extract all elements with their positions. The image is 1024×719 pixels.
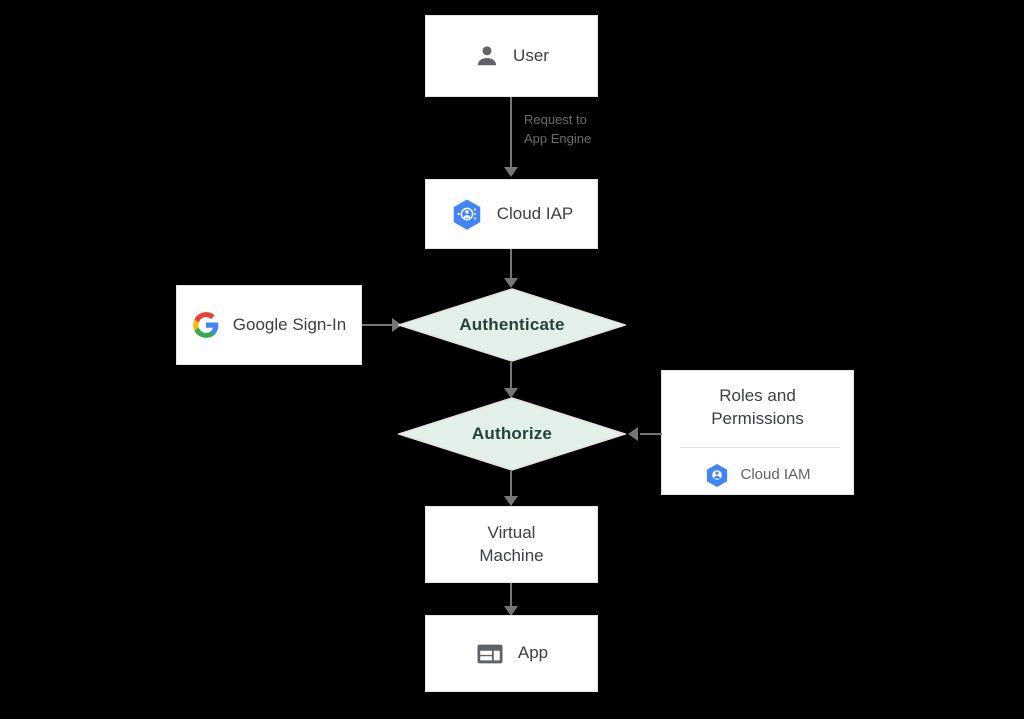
cloud-iap-icon [450,197,484,231]
cloud-iam-icon [704,462,730,488]
node-virtual-machine-label: Virtual Machine [479,523,544,565]
node-app[interactable]: App [425,615,598,692]
edge-user-to-iap-label: Request to App Engine [524,112,592,146]
node-virtual-machine[interactable]: Virtual Machine [425,506,598,583]
node-user[interactable]: User [425,15,598,97]
node-roles-and-permissions[interactable]: Roles and Permissions Cloud IAM [661,370,854,495]
node-roles-sub-label: Cloud IAM [740,466,811,484]
node-cloud-iap-label: Cloud IAP [496,203,574,223]
edge-user-to-iap-line [510,97,512,169]
node-authorize-label: Authorize [471,424,553,443]
web-app-icon [475,639,505,669]
node-google-signin-label: Google Sign-In [232,314,347,334]
node-authorize[interactable]: Authorize [398,397,626,471]
node-roles-title: Roles and Permissions [711,386,804,428]
edge-roles-to-authorize-arrowhead [628,427,638,441]
node-authenticate-label: Authenticate [459,315,565,334]
node-user-label: User [513,45,549,65]
diagram-canvas: User Request to App Engine Cloud IAP Goo… [0,0,1024,719]
node-authenticate[interactable]: Authenticate [398,288,626,362]
node-app-label: App [517,643,549,663]
edge-authorize-to-vm-arrowhead [504,496,518,506]
edge-user-to-iap-arrowhead [504,167,518,177]
person-icon [474,43,500,69]
card-divider [680,446,840,448]
edge-signin-to-authenticate-line [362,324,395,326]
edge-iap-to-authenticate-arrowhead [504,278,518,288]
node-roles-subrow: Cloud IAM [680,462,835,488]
node-cloud-iap[interactable]: Cloud IAP [425,179,598,249]
node-google-signin[interactable]: Google Sign-In [176,285,362,365]
edge-roles-to-authorize-line [640,433,662,435]
edge-iap-to-authenticate-line [510,249,512,281]
google-g-icon [192,311,220,339]
